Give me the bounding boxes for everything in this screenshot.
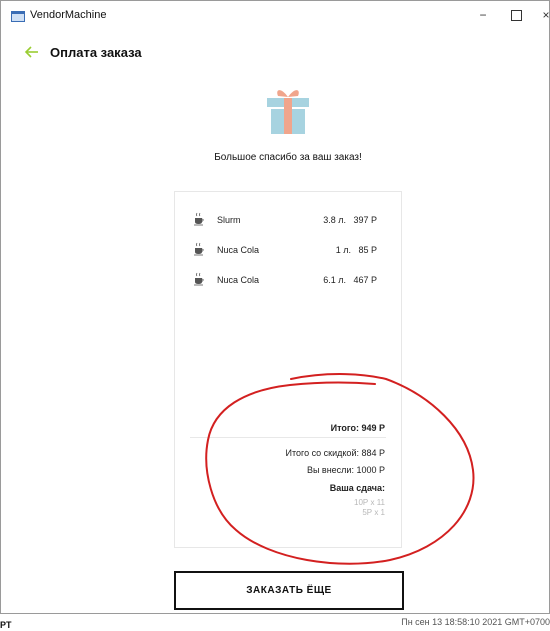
order-receipt: Slurm 3.8 л. 397 Р Nuca Cola 1 л. 85 Р N… — [174, 191, 402, 548]
gift-icon — [267, 90, 309, 134]
app-window-icon — [11, 11, 25, 22]
page-title: Оплата заказа — [50, 45, 142, 60]
status-label: PT — [0, 620, 12, 630]
item-volume-price: 6.1 л. 467 Р — [323, 275, 377, 285]
paid-amount: Вы внесли: 1000 Р — [306, 465, 385, 475]
order-item: Nuca Cola 1 л. 85 Р — [175, 242, 401, 259]
order-item: Nuca Cola 6.1 л. 467 Р — [175, 272, 401, 289]
close-button[interactable]: × — [535, 5, 550, 25]
summary-divider — [190, 437, 386, 438]
title-bar: VendorMachine − × — [1, 1, 550, 31]
coin-line: 10Р x 11 — [354, 498, 385, 507]
order-total: Итого: 949 Р — [330, 423, 385, 433]
change-coins: 10Р x 11 5Р x 1 — [354, 498, 385, 518]
maximize-button[interactable] — [505, 5, 527, 25]
app-window: VendorMachine − × Оплата заказа Большое … — [0, 0, 550, 614]
discount-total: Итого со скидкой: 884 Р — [285, 448, 385, 458]
coffee-cup-icon — [194, 242, 204, 256]
change-title: Ваша сдача: — [329, 483, 385, 493]
page-header: Оплата заказа — [1, 37, 549, 67]
item-name: Nuca Cola — [217, 245, 260, 255]
order-more-button[interactable]: ЗАКАЗАТЬ ЁЩЕ — [174, 571, 404, 610]
item-name: Slurm — [217, 215, 241, 225]
order-item: Slurm 3.8 л. 397 Р — [175, 212, 401, 229]
minimize-button[interactable]: − — [472, 5, 494, 25]
item-volume-price: 1 л. 85 Р — [335, 245, 377, 255]
item-name: Nuca Cola — [217, 275, 260, 285]
status-bar: PT Пн сен 13 18:58:10 2021 GMT+0700 — [0, 614, 550, 631]
coin-line: 5Р x 1 — [362, 508, 385, 517]
thank-you-message: Большое спасибо за ваш заказ! — [214, 152, 362, 163]
item-volume-price: 3.8 л. 397 Р — [323, 215, 377, 225]
window-title: VendorMachine — [30, 9, 107, 21]
status-datetime: Пн сен 13 18:58:10 2021 GMT+0700 — [401, 617, 550, 627]
coffee-cup-icon — [194, 272, 204, 286]
back-arrow-icon[interactable] — [23, 42, 43, 62]
coffee-cup-icon — [194, 212, 204, 226]
maximize-icon — [510, 10, 522, 22]
